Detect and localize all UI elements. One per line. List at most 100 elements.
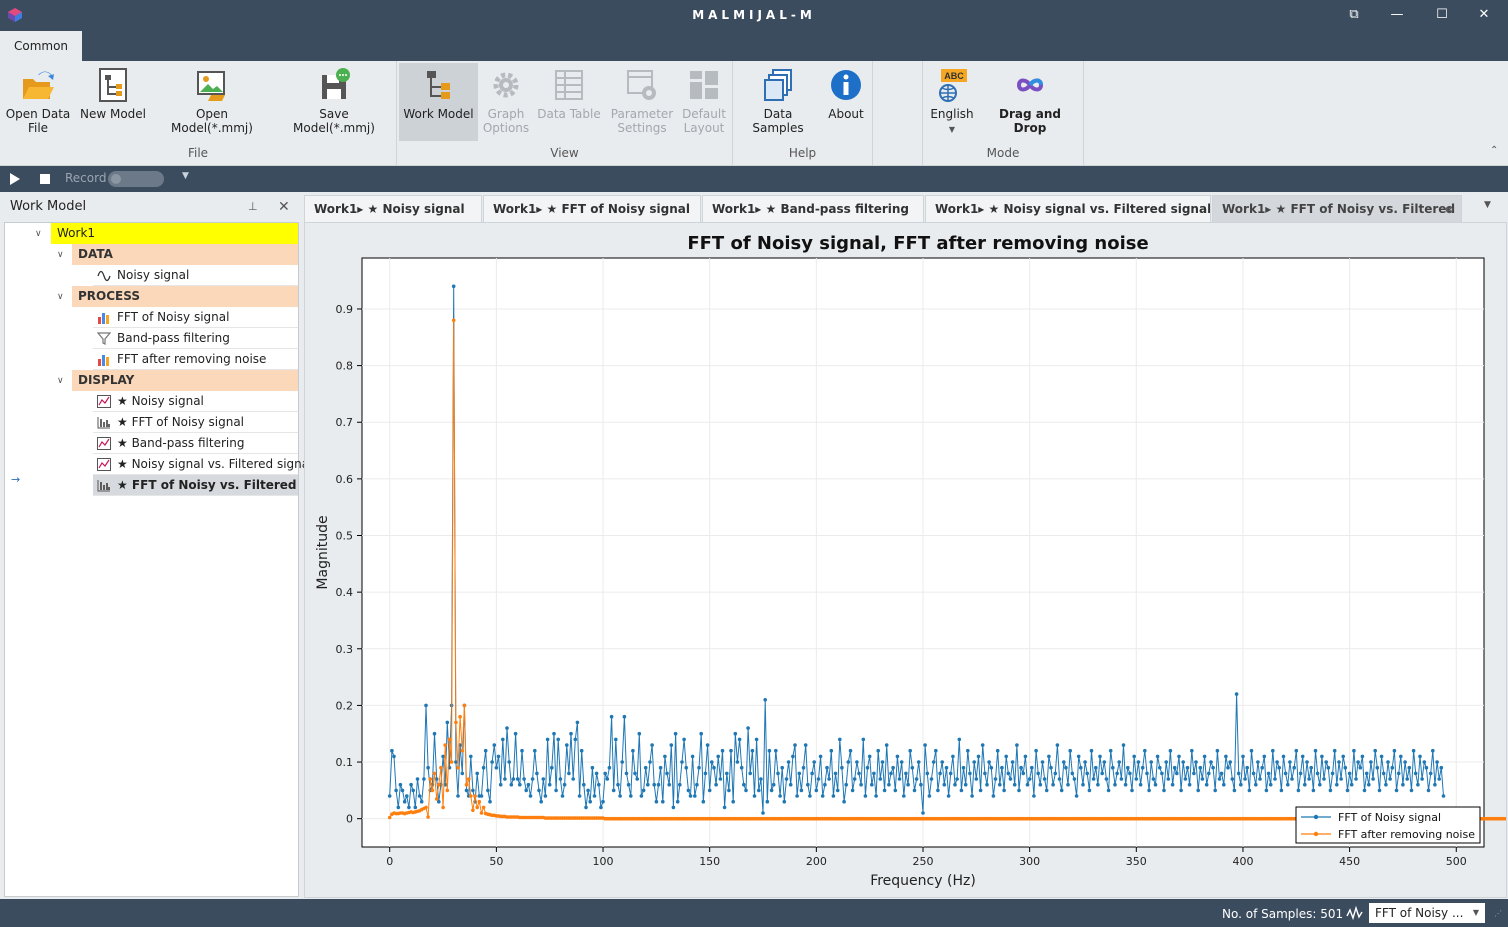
data-point-series-0: [456, 794, 460, 798]
resize-grip-icon[interactable]: ⋰: [1494, 909, 1502, 918]
language-dropdown-icon[interactable]: ▼: [949, 125, 955, 134]
line-chart-icon: [97, 395, 111, 408]
data-point-series-0: [998, 782, 1002, 787]
tree-section-process[interactable]: PROCESS: [72, 286, 298, 307]
tree-item-display-vs[interactable]: ★ Noisy signal vs. Filtered signal: [93, 454, 312, 475]
tree-item-noisy-signal[interactable]: Noisy signal: [93, 265, 298, 286]
chevron-down-icon[interactable]: ∨: [57, 292, 67, 302]
data-point-series-0: [1149, 760, 1153, 764]
legend-swatch-marker: [1313, 831, 1319, 837]
drag-and-drop-label: Drag and Drop: [999, 107, 1061, 135]
data-point-series-0: [690, 754, 695, 759]
record-toggle[interactable]: [108, 171, 164, 187]
stop-icon[interactable]: [40, 174, 50, 184]
doc-tab-fft-noisy[interactable]: Work1▸ ★ FFT of Noisy signal: [483, 195, 701, 222]
data-point-series-0: [1347, 771, 1352, 776]
tree-section-display[interactable]: DISPLAY: [72, 370, 298, 391]
data-point-series-0: [897, 777, 902, 781]
data-point-series-0: [661, 799, 665, 804]
open-model-button[interactable]: Open Model(*.mmj): [154, 63, 270, 141]
data-point-series-0: [850, 788, 855, 793]
data-point-series-0: [409, 782, 413, 787]
chevron-down-icon[interactable]: ∨: [57, 250, 67, 260]
data-point-series-0: [1108, 748, 1113, 753]
data-point-series-0: [594, 771, 599, 776]
data-point-series-0: [1025, 782, 1030, 787]
data-point-series-0: [1320, 754, 1324, 759]
open-data-file-label-2: File: [27, 121, 49, 135]
tree-item-display-fft[interactable]: ★ FFT of Noisy signal: [93, 412, 298, 433]
status-bar: No. of Samples: 501 FFT of Noisy ... ▼ ⋰: [0, 899, 1508, 927]
line-chart-icon: [97, 437, 111, 450]
data-point-series-0: [496, 754, 501, 759]
data-point-series-1: [449, 760, 454, 764]
chevron-down-icon[interactable]: ∨: [57, 376, 67, 386]
tree-item-display-noisy[interactable]: ★ Noisy signal: [93, 391, 298, 412]
y-tick-label: 0.8: [336, 360, 354, 373]
graph-options-button[interactable]: Graph Options: [481, 63, 531, 141]
data-point-series-0: [398, 782, 403, 787]
data-samples-button[interactable]: Data Samples: [738, 63, 818, 141]
open-data-file-label-1: Open Data: [5, 107, 71, 121]
play-icon[interactable]: [10, 173, 20, 185]
data-point-series-0: [1123, 782, 1128, 787]
drag-and-drop-button[interactable]: Drag and Drop: [981, 63, 1079, 141]
data-point-series-0: [411, 788, 415, 793]
data-point-series-0: [1145, 771, 1149, 776]
data-point-series-0: [825, 765, 829, 770]
data-point-series-0: [820, 794, 825, 798]
data-point-series-0: [697, 765, 701, 770]
data-point-series-0: [1076, 754, 1081, 759]
close-tab-icon[interactable]: ⊗: [1445, 196, 1454, 222]
restore-icon[interactable]: ⧉: [1340, 5, 1368, 25]
data-point-series-0: [735, 760, 740, 764]
doc-tab-fft-vs-filtered[interactable]: Work1▸ ★ FFT of Noisy vs. Filtered ⊗: [1212, 195, 1462, 222]
new-model-button[interactable]: New Model: [78, 63, 148, 141]
tree-item-fft-noisy[interactable]: FFT of Noisy signal: [93, 307, 298, 328]
tree-item-fft-after[interactable]: FFT after removing noise: [93, 349, 298, 370]
data-point-series-0: [718, 777, 723, 781]
data-point-series-0: [1179, 788, 1183, 793]
data-point-series-0: [861, 737, 866, 742]
maximize-button[interactable]: ☐: [1428, 5, 1456, 25]
work-model-button[interactable]: Work Model: [399, 63, 478, 141]
display-selector[interactable]: FFT of Noisy ... ▼: [1369, 903, 1485, 923]
doc-tab-noisy-vs-filtered[interactable]: Work1▸ ★ Noisy signal vs. Filtered signa…: [925, 195, 1211, 222]
data-point-series-0: [842, 799, 846, 804]
data-point-series-0: [577, 794, 582, 798]
data-point-series-0: [643, 765, 648, 770]
tree-item-band-pass[interactable]: Band-pass filtering: [93, 328, 298, 349]
chevron-down-icon[interactable]: ∨: [35, 229, 45, 239]
tabs-dropdown-icon[interactable]: ▼: [1484, 200, 1491, 210]
tree-item-label: ★ Noisy signal: [117, 394, 204, 408]
data-table-button[interactable]: Data Table: [535, 63, 603, 141]
about-button[interactable]: About: [823, 63, 869, 141]
language-button[interactable]: ABC English ▼: [927, 63, 977, 141]
parameter-settings-button[interactable]: Parameter Settings: [607, 63, 677, 141]
pin-icon[interactable]: ⊥: [248, 192, 258, 222]
data-point-series-0: [1358, 765, 1363, 770]
save-model-button[interactable]: Save Model(*.mmj): [277, 63, 391, 141]
data-point-series-0: [852, 777, 857, 781]
data-point-series-0: [927, 794, 932, 798]
tree-item-display-fft-vs[interactable]: ★ FFT of Noisy vs. Filtered: [93, 475, 298, 496]
close-panel-icon[interactable]: ✕: [278, 192, 290, 222]
minimize-button[interactable]: —: [1383, 5, 1411, 25]
data-point-series-0: [1104, 777, 1109, 781]
tab-common[interactable]: Common: [0, 31, 82, 61]
doc-tab-band-pass[interactable]: Work1▸ ★ Band-pass filtering: [702, 195, 924, 222]
tree-item-display-band-pass[interactable]: ★ Band-pass filtering: [93, 433, 298, 454]
x-tick-label: 500: [1446, 855, 1467, 868]
toolbar-dropdown-icon[interactable]: ▼: [182, 171, 189, 181]
default-layout-button[interactable]: Default Layout: [679, 63, 729, 141]
doc-tab-noisy-signal[interactable]: Work1▸ ★ Noisy signal: [304, 195, 482, 222]
tree-root-work1[interactable]: Work1: [51, 223, 298, 244]
close-button[interactable]: ✕: [1470, 5, 1498, 25]
data-point-series-0: [1059, 788, 1064, 793]
collapse-ribbon-icon[interactable]: ⌃: [1490, 145, 1498, 156]
data-point-series-0: [966, 748, 970, 753]
open-data-file-button[interactable]: Open Data File: [4, 63, 72, 141]
tree-section-data[interactable]: DATA: [72, 244, 298, 265]
data-point-series-0: [1155, 754, 1160, 759]
data-point-series-0: [1375, 765, 1380, 770]
